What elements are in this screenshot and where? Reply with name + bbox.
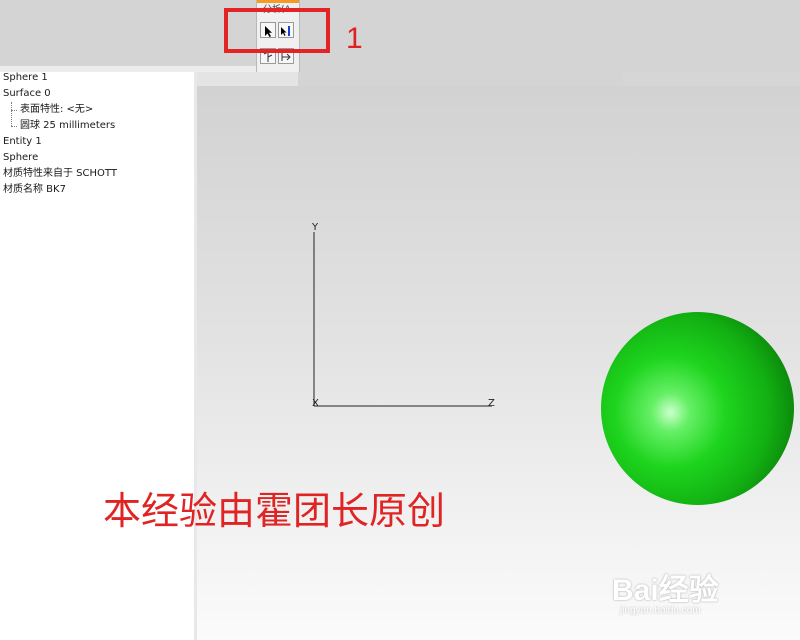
logo-brand-text: Bai经验 (612, 574, 719, 607)
green-sphere-model[interactable] (601, 312, 794, 505)
author-watermark: 本经验由霍团长原创 (103, 489, 446, 533)
logo-url-text: jingyan.baidu.com (620, 605, 701, 616)
z-axis-label: Z (488, 398, 495, 409)
baidu-jingyan-logo: Bai经验 jingyan.baidu.com (612, 555, 762, 625)
x-axis-label: X (312, 398, 319, 409)
y-axis-label: Y (311, 222, 319, 233)
